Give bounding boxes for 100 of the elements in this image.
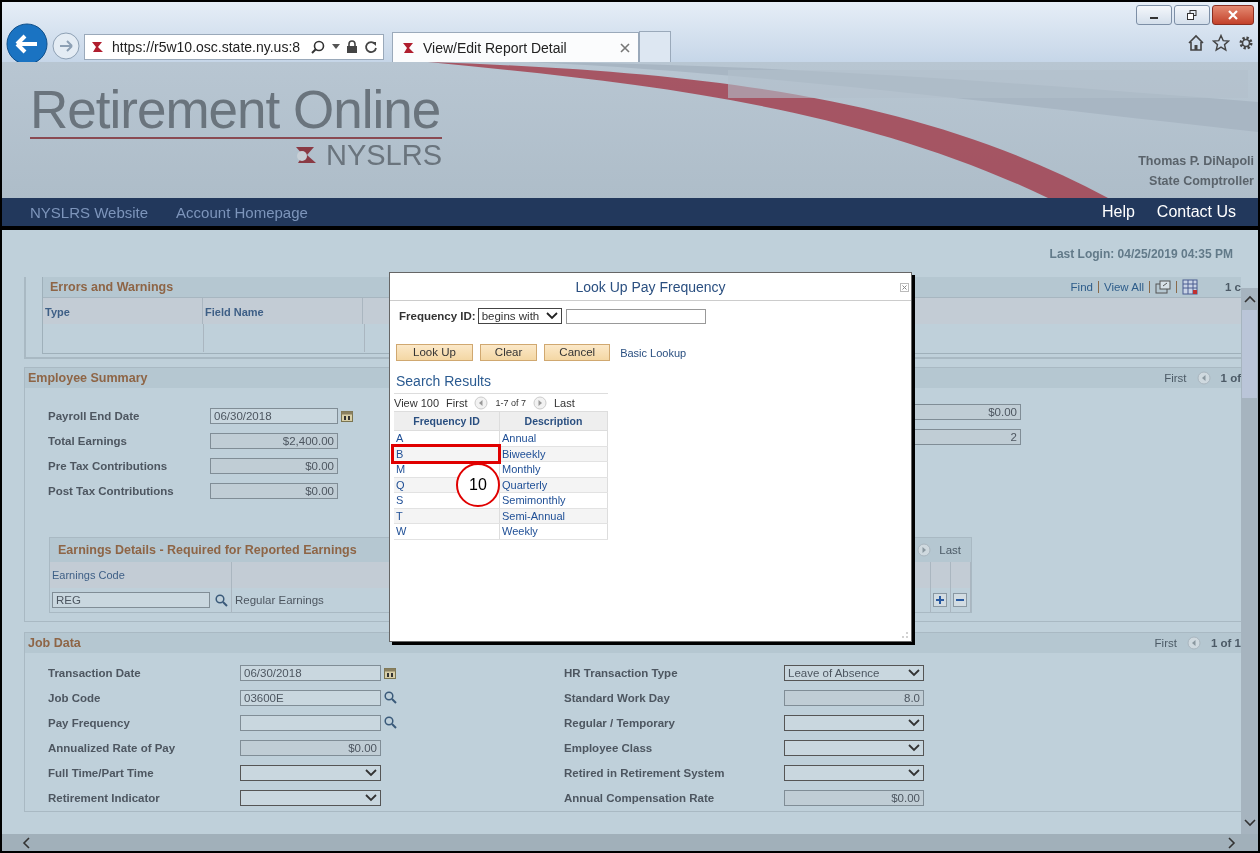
next-icon[interactable] [533, 395, 547, 410]
readonly-field: $0.00 [210, 482, 338, 499]
input-field[interactable] [240, 714, 381, 731]
dropdown[interactable] [784, 739, 924, 756]
browser-tab[interactable]: View/Edit Report Detail [392, 32, 639, 62]
result-link[interactable]: A [396, 432, 404, 444]
grid-link[interactable]: Find [1070, 281, 1093, 293]
basic-lookup-link[interactable]: Basic Lookup [620, 346, 687, 359]
view-all-link[interactable]: View 100 [394, 396, 440, 409]
site-icon [401, 40, 417, 55]
lock-icon [346, 40, 358, 54]
readonly-field: $0.00 [240, 739, 381, 756]
restore-icon[interactable] [1187, 10, 1197, 20]
result-link[interactable]: Monthly [502, 463, 541, 475]
first-link[interactable]: First [446, 396, 468, 409]
result-link[interactable]: S [396, 494, 404, 506]
frequency-id-input[interactable] [565, 308, 706, 324]
dialog-button[interactable]: Cancel [544, 344, 611, 361]
close-icon[interactable] [620, 42, 630, 53]
result-link[interactable]: T [396, 509, 403, 522]
result-link[interactable]: Annual [502, 432, 537, 444]
scroll-thumb[interactable] [1242, 310, 1257, 398]
result-link[interactable]: Q [396, 478, 405, 491]
restore-button[interactable] [1174, 5, 1210, 25]
result-link[interactable]: Biweekly [502, 447, 546, 460]
spreadsheet-icon[interactable] [1182, 279, 1198, 295]
dropdown[interactable] [240, 764, 381, 781]
result-link[interactable]: W [396, 525, 407, 537]
field-label: Frequency ID: [399, 310, 476, 322]
resize-grip-icon[interactable] [901, 631, 909, 639]
field-label: Annualized Rate of Pay [48, 741, 177, 754]
horizontal-scrollbar[interactable] [2, 834, 1258, 851]
dialog-button[interactable]: Look Up [396, 344, 473, 361]
nav-link[interactable]: Account Homepage [176, 203, 308, 221]
caret-icon[interactable] [332, 44, 340, 50]
last-link[interactable]: Last [554, 396, 575, 409]
refresh-icon[interactable] [364, 40, 378, 54]
dropdown[interactable]: Leave of Absence [784, 664, 924, 681]
nav-link[interactable]: Contact Us [1156, 203, 1236, 221]
date-field[interactable]: 06/30/2018 [240, 664, 381, 681]
first-link[interactable]: First [1164, 372, 1187, 384]
logo-subtitle: NYSLRS [325, 141, 442, 169]
chevron-icon[interactable] [365, 793, 377, 802]
calendar-icon[interactable] [341, 409, 353, 422]
dialog-button[interactable]: Clear [479, 344, 538, 361]
chevron-icon[interactable] [908, 668, 920, 677]
readonly-field: $2,400.00 [210, 432, 338, 449]
minimize-button[interactable] [1136, 5, 1172, 25]
address-bar[interactable]: https://r5w10.osc.state.ny.us:8 [84, 34, 384, 60]
date-field[interactable]: 06/30/2018 [210, 407, 338, 424]
column-header: Earnings Code [50, 562, 232, 588]
chevron-icon[interactable] [545, 312, 558, 320]
result-link[interactable]: Quarterly [502, 478, 548, 491]
field-label: Full Time/Part Time [48, 766, 155, 779]
add-row-icon[interactable] [933, 593, 947, 607]
field-label: Regular / Temporary [564, 716, 676, 729]
section-title: Job Data [28, 636, 81, 650]
chevron-icon[interactable] [908, 743, 920, 752]
grid-title: Earnings Details - Required for Reported Earnings [58, 543, 357, 557]
result-link[interactable]: Semimonthly [502, 494, 566, 506]
result-link[interactable]: Semi-Annual [502, 509, 565, 522]
previous-icon[interactable] [474, 395, 489, 410]
dropdown[interactable] [784, 714, 924, 731]
scroll-down-icon[interactable] [1242, 818, 1257, 828]
chevron-icon[interactable] [908, 718, 920, 727]
first-link[interactable]: First [1154, 637, 1177, 649]
row-counter: 1-7 of 7 [495, 397, 526, 408]
input-field[interactable]: 03600E [240, 689, 381, 706]
last-link[interactable]: Last [939, 544, 961, 556]
grid-link[interactable]: View All [1103, 281, 1144, 293]
result-link[interactable]: M [396, 463, 406, 475]
column-header: Description [500, 412, 608, 430]
result-link[interactable]: B [394, 446, 498, 461]
chevron-icon[interactable] [365, 768, 377, 777]
back-icon[interactable] [6, 23, 48, 65]
chevron-icon[interactable] [908, 768, 920, 777]
zoom-window-icon[interactable] [1155, 280, 1171, 294]
field-label: Transaction Date [48, 666, 142, 679]
column-header: Field Name [203, 298, 363, 324]
dropdown[interactable] [784, 764, 924, 781]
scroll-up-icon[interactable] [1242, 294, 1257, 304]
close-icon[interactable] [900, 283, 909, 292]
field-label: Annual Compensation Rate [564, 791, 716, 804]
column-header: Type [43, 298, 203, 324]
field-label: Total Earnings [48, 434, 129, 447]
settings-icon[interactable] [1237, 34, 1255, 52]
result-link[interactable]: Weekly [502, 525, 538, 537]
dropdown[interactable] [240, 789, 381, 806]
vertical-scrollbar[interactable] [1241, 288, 1258, 834]
calendar-icon[interactable] [384, 666, 396, 679]
operator-dropdown[interactable]: begins with [477, 308, 562, 324]
search-icon[interactable] [310, 39, 326, 55]
delete-row-icon[interactable] [953, 593, 967, 607]
dialog-title: Look Up Pay Frequency [575, 278, 726, 295]
nav-link[interactable]: Help [1101, 203, 1135, 221]
home-icon[interactable] [1187, 34, 1205, 52]
star-icon[interactable] [1212, 34, 1230, 52]
input-field[interactable]: REG [52, 592, 210, 608]
nav-link[interactable]: NYSLRS Website [30, 203, 149, 221]
close-button[interactable] [1212, 5, 1254, 25]
